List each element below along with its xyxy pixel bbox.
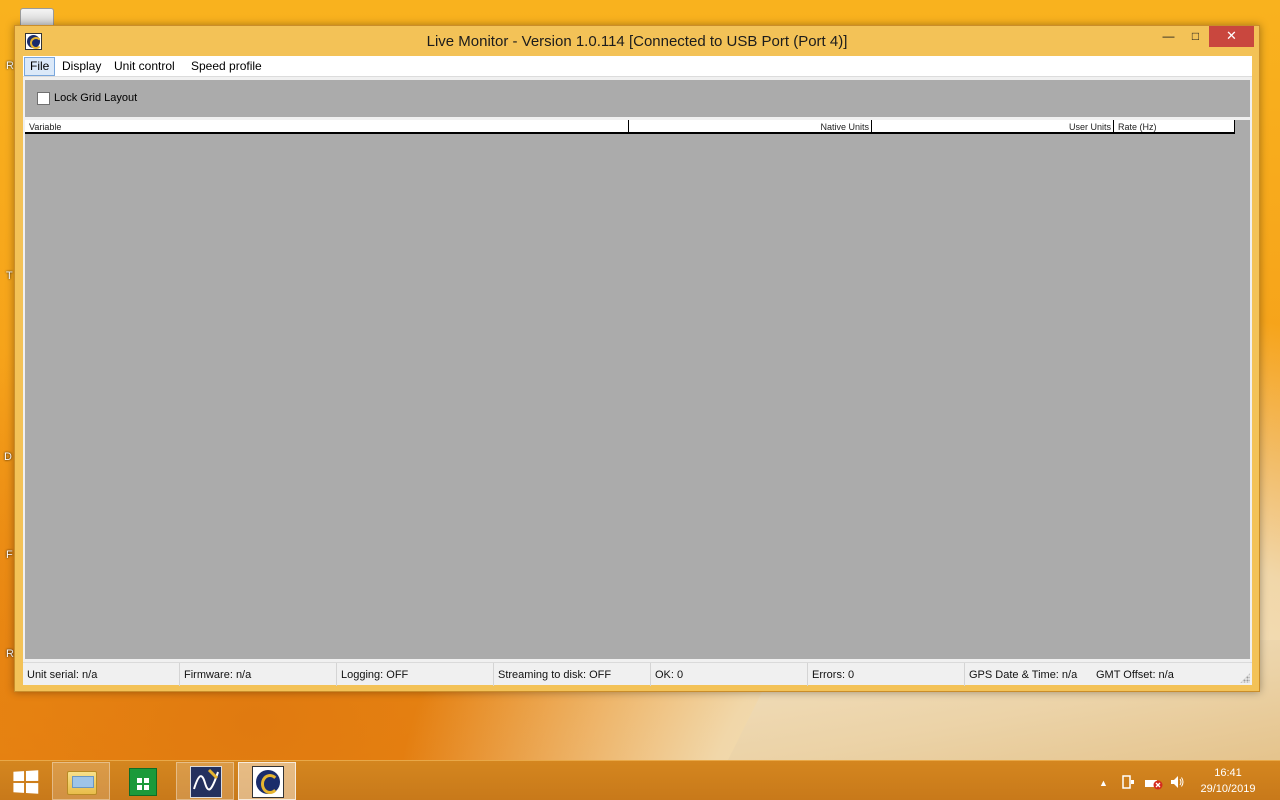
- column-header-native-units[interactable]: Native Units: [631, 121, 871, 133]
- power-icon[interactable]: [1120, 774, 1136, 793]
- windows-logo-icon: [13, 770, 39, 794]
- desktop-shortcut-label[interactable]: T: [6, 270, 13, 282]
- menu-bar: File Display Unit control Speed profile: [23, 56, 1252, 77]
- close-button[interactable]: ✕: [1209, 26, 1254, 47]
- start-button[interactable]: [0, 762, 50, 800]
- column-divider[interactable]: [871, 120, 872, 134]
- taskbar-file-explorer[interactable]: [52, 762, 110, 800]
- status-gmt-offset: GMT Offset: n/a: [1096, 669, 1174, 681]
- menu-file[interactable]: File: [24, 57, 56, 76]
- clock-time[interactable]: 16:41: [1198, 767, 1258, 779]
- taskbar-store[interactable]: [114, 762, 172, 800]
- variable-grid[interactable]: Variable Native Units User Units Rate (H…: [25, 120, 1250, 659]
- lock-grid-layout-label[interactable]: Lock Grid Layout: [54, 92, 137, 104]
- status-logging: Logging: OFF: [337, 663, 494, 686]
- column-header-variable[interactable]: Variable: [29, 121, 61, 133]
- grid-header: Variable Native Units User Units Rate (H…: [25, 120, 1235, 134]
- status-streaming: Streaming to disk: OFF: [494, 663, 651, 686]
- menu-display[interactable]: Display: [56, 57, 107, 76]
- desktop-shortcut-label[interactable]: R: [6, 648, 14, 660]
- taskbar-live-monitor[interactable]: [238, 762, 296, 800]
- menu-unit-control[interactable]: Unit control: [108, 57, 181, 76]
- live-monitor-window: Live Monitor - Version 1.0.114 [Connecte…: [14, 25, 1260, 692]
- status-unit-serial: Unit serial: n/a: [23, 663, 180, 686]
- desktop-shortcut-label[interactable]: D: [4, 451, 12, 463]
- maximize-button[interactable]: □: [1182, 26, 1209, 47]
- file-explorer-icon: [67, 771, 97, 795]
- volume-icon[interactable]: [1169, 774, 1185, 793]
- waveform-app-icon: [190, 766, 222, 798]
- taskbar-waveform-app[interactable]: [176, 762, 234, 800]
- show-hidden-icons-button[interactable]: ▲: [1099, 776, 1108, 790]
- lock-grid-layout-checkbox[interactable]: [37, 92, 50, 105]
- menu-speed-profile[interactable]: Speed profile: [185, 57, 268, 76]
- status-ok-count: OK: 0: [651, 663, 808, 686]
- column-header-user-units[interactable]: User Units: [873, 121, 1113, 133]
- column-divider[interactable]: [1113, 120, 1114, 134]
- taskbar: ▲ 16:41 29/10/2019: [0, 760, 1280, 800]
- options-panel: Lock Grid Layout: [25, 80, 1250, 117]
- column-header-rate[interactable]: Rate (Hz): [1118, 121, 1157, 133]
- live-monitor-icon: [252, 766, 284, 798]
- title-bar[interactable]: Live Monitor - Version 1.0.114 [Connecte…: [15, 26, 1259, 56]
- status-bar: Unit serial: n/a Firmware: n/a Logging: …: [23, 662, 1252, 686]
- desktop-shortcut-label[interactable]: R: [6, 60, 14, 72]
- client-area: File Display Unit control Speed profile …: [23, 56, 1252, 686]
- resize-grip[interactable]: [1240, 673, 1250, 683]
- column-divider[interactable]: [628, 120, 629, 134]
- status-firmware: Firmware: n/a: [180, 663, 337, 686]
- minimize-button[interactable]: —: [1155, 26, 1182, 47]
- status-error-count: Errors: 0: [808, 663, 965, 686]
- status-gps-time: GPS Date & Time: n/a: [969, 669, 1078, 681]
- desktop-shortcut-label[interactable]: F: [6, 549, 13, 561]
- store-icon: [129, 768, 157, 796]
- clock-date[interactable]: 29/10/2019: [1190, 783, 1266, 795]
- column-divider[interactable]: [1234, 120, 1235, 134]
- network-disconnected-icon[interactable]: [1144, 774, 1164, 793]
- window-title: Live Monitor - Version 1.0.114 [Connecte…: [426, 33, 848, 50]
